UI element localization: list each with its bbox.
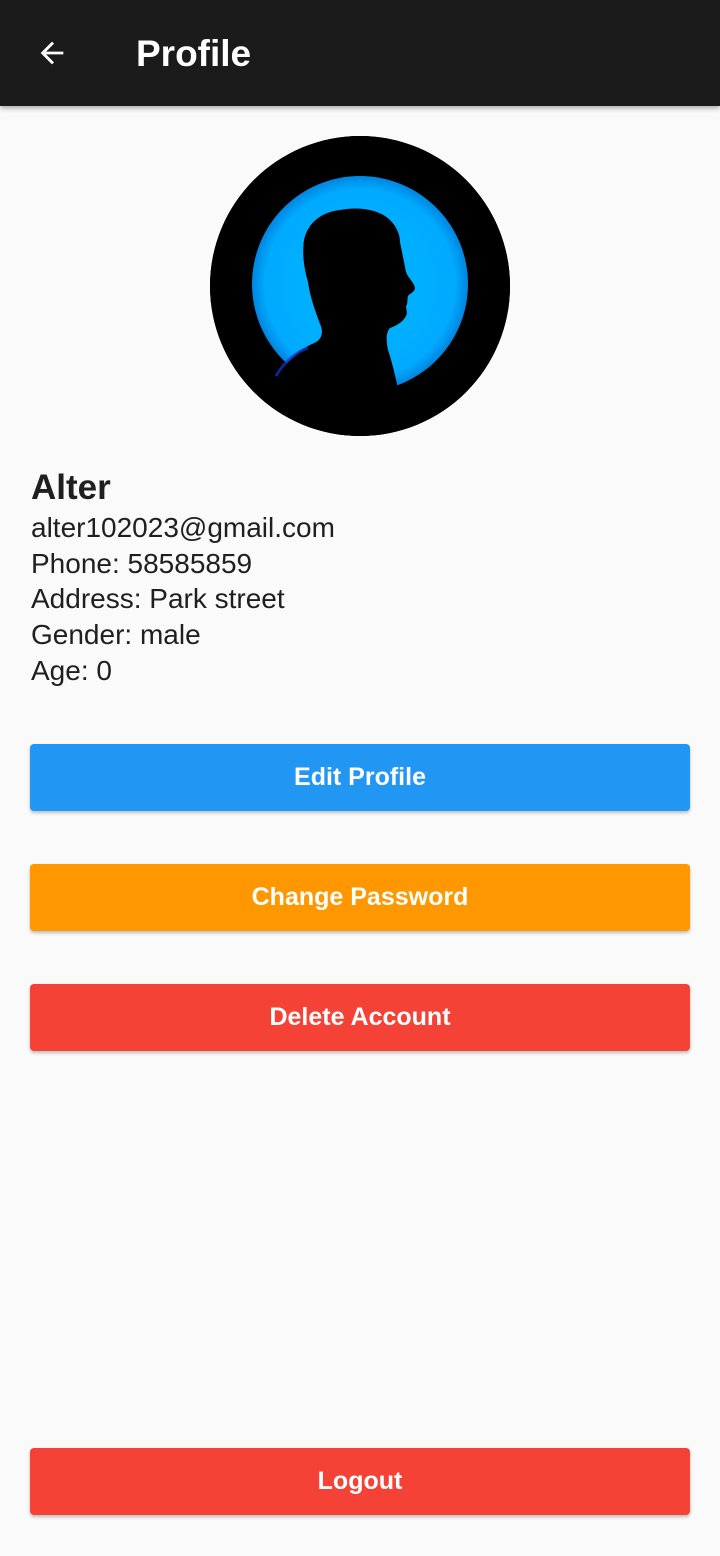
user-age: Age: 0	[31, 654, 112, 686]
profile-info: Alter alter102023@gmail.com Phone: 58585…	[31, 466, 335, 689]
app-bar: Profile	[0, 0, 720, 106]
logout-button[interactable]: Logout	[30, 1448, 690, 1515]
user-address: Address: Park street	[31, 583, 285, 615]
change-password-button[interactable]: Change Password	[30, 864, 690, 931]
user-gender: Gender: male	[31, 619, 201, 651]
user-phone: Phone: 58585859	[31, 547, 253, 579]
user-name: Alter	[31, 468, 111, 507]
page-title: Profile	[136, 33, 252, 74]
delete-account-button[interactable]: Delete Account	[30, 984, 690, 1051]
avatar	[210, 136, 510, 436]
user-email: alter102023@gmail.com	[31, 512, 335, 543]
back-button[interactable]	[26, 27, 78, 79]
person-silhouette-avatar	[210, 136, 510, 436]
arrow-left-icon	[40, 41, 64, 65]
edit-profile-button[interactable]: Edit Profile	[30, 744, 690, 811]
